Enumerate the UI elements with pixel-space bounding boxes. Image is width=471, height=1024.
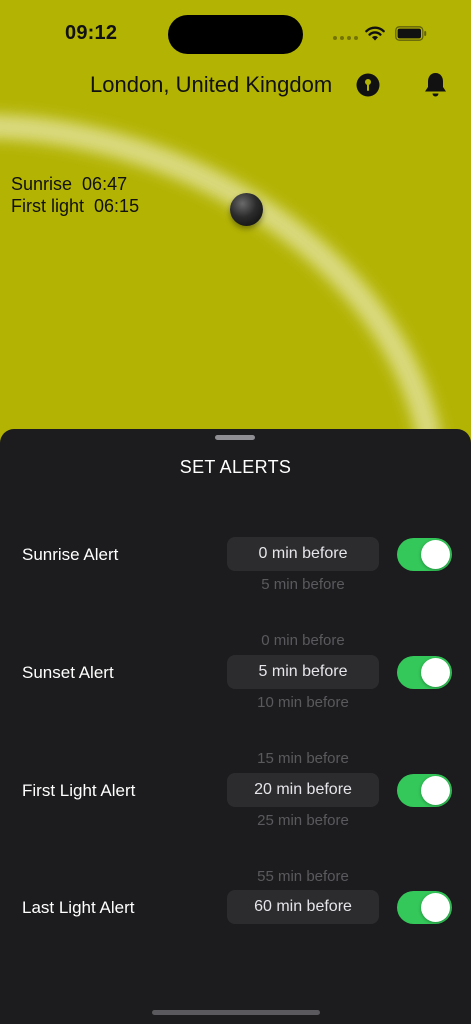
sunrise-label: Sunrise: [11, 174, 73, 194]
picker-next-value[interactable]: 10 min before: [227, 694, 379, 711]
alert-toggle[interactable]: [397, 656, 452, 689]
picker-selected-value[interactable]: 60 min before: [227, 898, 379, 916]
first-light-time: 06:15: [94, 196, 140, 216]
picker-selected-value[interactable]: 5 min before: [227, 663, 379, 681]
battery-icon: [395, 26, 427, 41]
status-bar: 09:12: [0, 0, 471, 64]
sheet-grabber[interactable]: [215, 435, 255, 440]
sun-path-arc: [0, 113, 443, 440]
sheet-title: SET ALERTS: [179, 457, 292, 477]
cellular-signal-icon: [333, 34, 359, 42]
toggle-knob: [421, 776, 450, 805]
alert-row-last-light: 55 min before Last Light Alert 60 min be…: [0, 868, 471, 926]
sun-times: Sunrise 06:47 First light 06:15: [11, 173, 139, 217]
alert-label: Last Light Alert: [22, 898, 135, 917]
toggle-knob: [421, 893, 450, 922]
alert-row-sunset: 0 min before Sunset Alert 5 min before 1…: [0, 632, 471, 711]
picker-previous-value[interactable]: 55 min before: [227, 868, 379, 885]
sunrise-row: Sunrise 06:47: [11, 173, 139, 195]
wifi-icon: [365, 26, 385, 41]
dynamic-island: [168, 15, 303, 54]
picker-next-value[interactable]: 25 min before: [227, 812, 379, 829]
alert-label: Sunset Alert: [22, 663, 114, 682]
location-title[interactable]: London, United Kingdom: [90, 72, 332, 98]
picker-next-value[interactable]: 5 min before: [227, 576, 379, 593]
alert-label: Sunrise Alert: [22, 545, 119, 564]
picker-previous-value[interactable]: 0 min before: [227, 632, 379, 649]
alert-toggle[interactable]: [397, 538, 452, 571]
first-light-row: First light 06:15: [11, 195, 139, 217]
sunrise-time: 06:47: [82, 174, 128, 194]
alerts-sheet: SET ALERTS Sunrise Alert 0 min before 5 …: [0, 429, 471, 1024]
picker-previous-value[interactable]: 15 min before: [227, 750, 379, 767]
location-pin-icon[interactable]: [356, 73, 380, 97]
alert-toggle[interactable]: [397, 891, 452, 924]
alert-row-sunrise: Sunrise Alert 0 min before 5 min before: [0, 537, 471, 593]
alert-toggle[interactable]: [397, 774, 452, 807]
picker-selected-value[interactable]: 0 min before: [227, 545, 379, 563]
alert-label: First Light Alert: [22, 781, 136, 800]
alert-row-first-light: 15 min before First Light Alert 20 min b…: [0, 750, 471, 829]
bell-icon[interactable]: [423, 71, 448, 99]
toggle-knob: [421, 658, 450, 687]
toggle-knob: [421, 540, 450, 569]
status-time: 09:12: [65, 22, 118, 44]
picker-selected-value[interactable]: 20 min before: [227, 781, 379, 799]
sun-position-marker: [230, 193, 263, 226]
first-light-label: First light: [11, 196, 85, 216]
home-indicator[interactable]: [152, 1010, 320, 1015]
